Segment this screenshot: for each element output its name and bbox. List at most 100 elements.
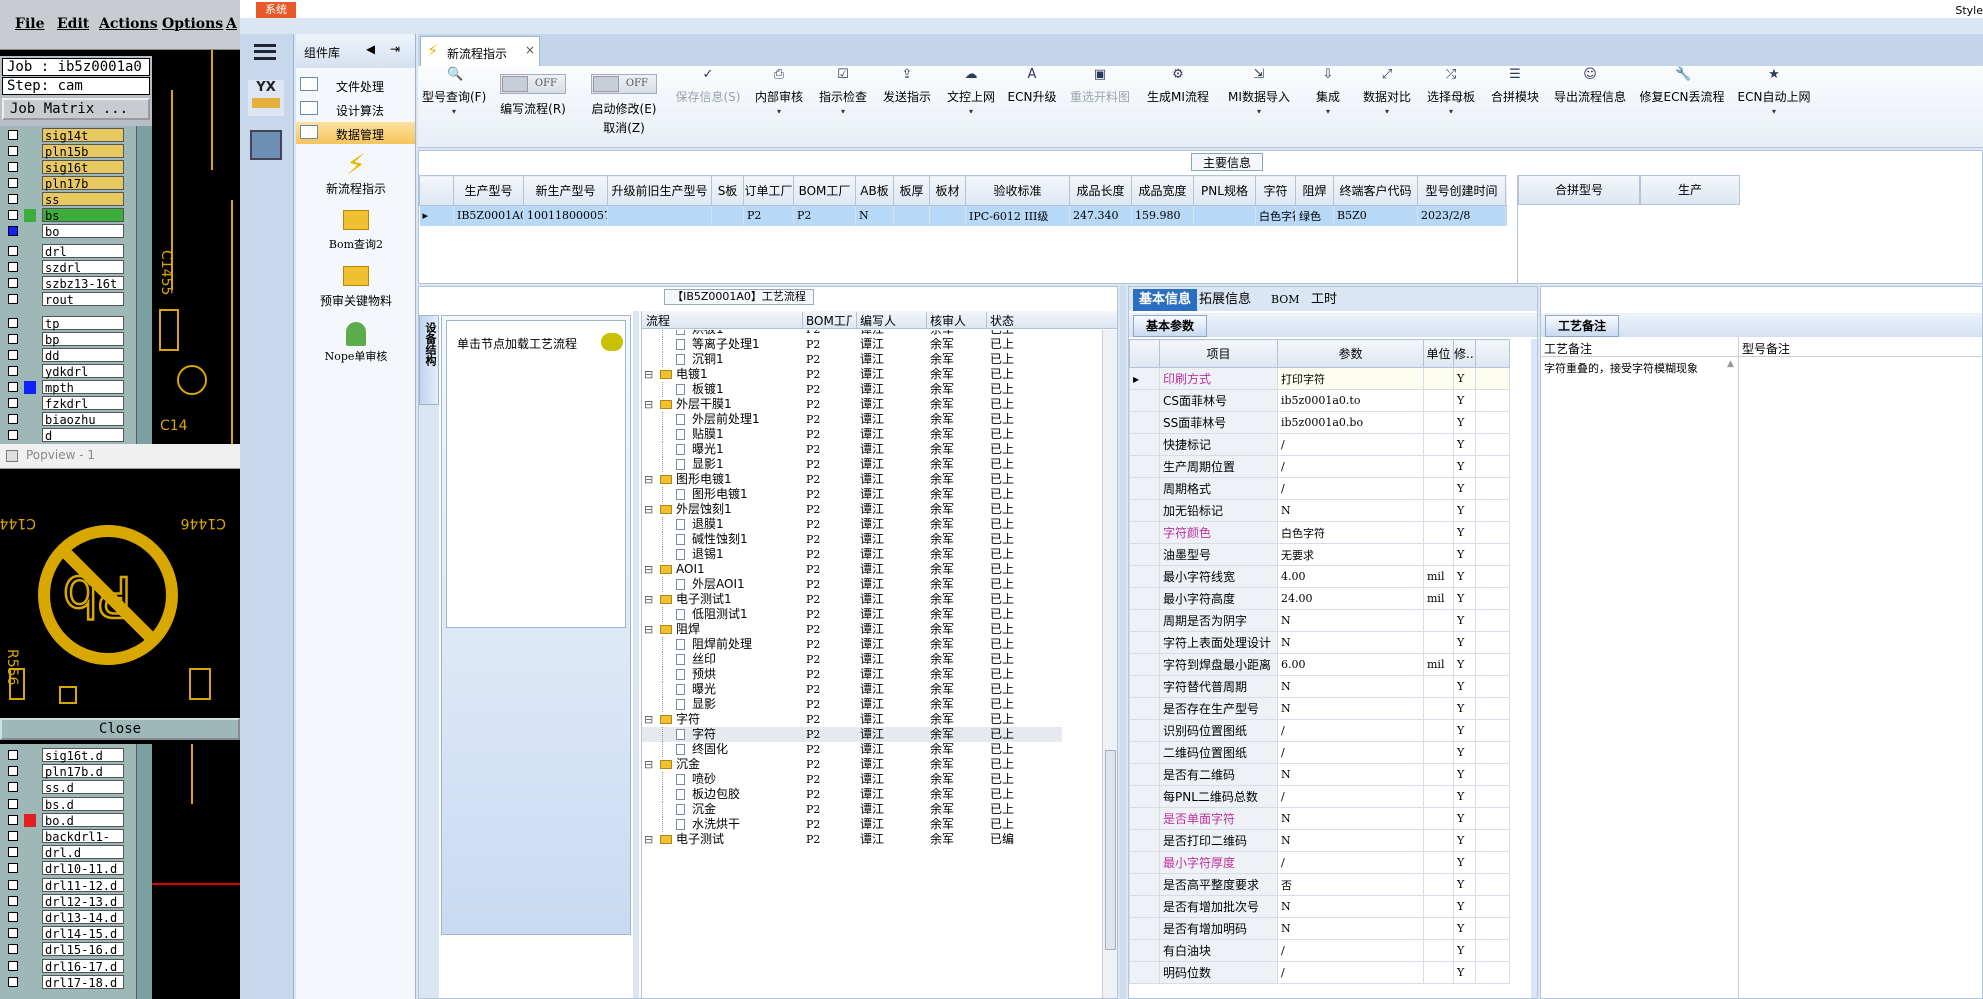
layer-name[interactable]: pln17b <box>42 176 124 191</box>
toolbar-button[interactable]: ⎙ 内部审核 ▾ <box>748 68 810 138</box>
tree-row[interactable]: 板边包胶 P2 谭江 余军 已上网 <box>642 787 1062 802</box>
menu-file[interactable]: File <box>15 16 44 32</box>
splitter[interactable] <box>1531 339 1537 998</box>
layer-color-swatch[interactable] <box>24 129 36 142</box>
layer-color-swatch[interactable] <box>24 209 36 222</box>
layer-name[interactable]: drl.d <box>42 845 124 860</box>
column-header[interactable]: 生产型号 <box>453 175 524 206</box>
tree-row[interactable]: 外层AOI1 P2 谭江 余军 已上网 <box>642 577 1062 592</box>
table-cell[interactable] <box>711 205 744 226</box>
column-header[interactable]: 创建人 <box>1505 175 1507 206</box>
param-value[interactable]: 4.00 <box>1277 565 1424 588</box>
off-toggle[interactable]: OFF <box>500 74 566 94</box>
param-row[interactable]: 最小字符高度 24.00 mil Y <box>1129 587 1510 610</box>
layer-row[interactable]: drl15-16.d <box>2 942 152 957</box>
row-indicator[interactable] <box>1129 477 1160 500</box>
close-icon[interactable]: × <box>525 43 535 57</box>
layer-row[interactable]: d <box>2 428 152 443</box>
layer-checkbox[interactable] <box>8 928 18 939</box>
table-cell[interactable]: P2 <box>793 205 856 226</box>
param-row[interactable]: 最小字符厚度 / Y <box>1129 851 1510 874</box>
param-row[interactable]: 每PNL二维码总数 / Y <box>1129 785 1510 808</box>
table-cell[interactable]: 159.980 <box>1131 205 1194 226</box>
layer-color-swatch[interactable] <box>24 333 36 346</box>
toolbar-button[interactable]: 🔧 修复ECN丢流程 <box>1634 68 1730 138</box>
param-value[interactable]: / <box>1277 785 1424 808</box>
toolbar-button[interactable]: ☁ 文控上网 ▾ <box>940 68 1002 138</box>
toolbar-button[interactable]: ⇲ MI数据导入 ▾ <box>1218 68 1300 138</box>
toolbar-button[interactable]: ★ ECN自动上网 ▾ <box>1732 68 1816 138</box>
tree-row[interactable]: ⊟ AOI1 P2 谭江 余军 已上网 <box>642 562 1062 577</box>
tree-column-header[interactable]: 核审人 <box>926 312 982 328</box>
expand-toggle-icon[interactable]: ⊟ <box>644 622 653 637</box>
toolbar-button[interactable]: 🔍 型号查询(F) ▾ <box>422 68 486 138</box>
tree-row[interactable]: 图形电镀1 P2 谭江 余军 已上网 <box>642 487 1062 502</box>
layer-name[interactable]: bo.d <box>42 812 124 828</box>
layer-name[interactable]: backdrl1-15 <box>42 829 124 858</box>
layer-name[interactable]: mpth <box>42 380 124 395</box>
off-toggle[interactable]: OFF <box>591 74 657 94</box>
sidebar-item-file[interactable]: 文件处理 <box>296 74 415 96</box>
layer-row[interactable]: pln15b <box>2 144 152 159</box>
table-cell[interactable] <box>1193 205 1256 226</box>
tree-row[interactable]: 外层前处理1 P2 谭江 余军 已上网 <box>642 412 1062 427</box>
toolbar-button[interactable]: OFF 编写流程(R) <box>488 68 578 138</box>
layer-color-swatch[interactable] <box>24 927 36 940</box>
param-row[interactable]: 字符到焊盘最小距离 6.00 mil Y <box>1129 653 1510 676</box>
row-indicator[interactable] <box>1129 411 1160 434</box>
row-indicator[interactable] <box>1129 763 1160 786</box>
row-indicator[interactable] <box>1129 785 1160 808</box>
column-header[interactable]: AB板 <box>855 175 894 206</box>
layer-checkbox[interactable] <box>8 294 18 304</box>
param-value[interactable]: N <box>1277 807 1424 830</box>
param-value[interactable]: 24.00 <box>1277 587 1424 610</box>
param-value[interactable]: N <box>1277 609 1424 632</box>
param-value[interactable]: / <box>1277 741 1424 764</box>
table-cell[interactable] <box>1505 205 1507 226</box>
layer-checkbox[interactable] <box>8 350 18 360</box>
row-indicator[interactable] <box>1129 455 1160 478</box>
param-row[interactable]: 油墨型号 无要求 Y <box>1129 543 1510 566</box>
tree-row[interactable]: 终固化 P2 谭江 余军 已上网 <box>642 742 1062 757</box>
layer-color-swatch[interactable] <box>24 161 36 174</box>
row-indicator[interactable] <box>1129 741 1160 764</box>
layer-checkbox[interactable] <box>8 847 18 858</box>
tree-row[interactable]: ⊟ 阻焊 P2 谭江 余军 已上网 <box>642 622 1062 637</box>
param-row[interactable]: 是否打印二维码 N Y <box>1129 829 1510 852</box>
tree-column-header[interactable]: BOM工厂 <box>802 312 852 328</box>
expand-toggle-icon[interactable]: ⊟ <box>644 397 653 412</box>
tree-row[interactable]: 碱性蚀刻1 P2 谭江 余军 已上网 <box>642 532 1062 547</box>
pcb-view-bottom[interactable] <box>152 744 240 999</box>
job-matrix-button[interactable]: Job Matrix ... <box>2 98 150 120</box>
menu-edit[interactable]: Edit <box>57 16 89 32</box>
layer-name[interactable]: szdrl <box>42 260 124 275</box>
param-value[interactable]: / <box>1277 851 1424 874</box>
layer-checkbox[interactable] <box>8 750 18 760</box>
layer-color-swatch[interactable] <box>24 911 36 924</box>
sidebar-item-algo[interactable]: 设计算法 <box>296 98 415 120</box>
splitter[interactable] <box>633 311 639 998</box>
param-row[interactable]: 二维码位置图纸 / Y <box>1129 741 1510 764</box>
param-column-header[interactable]: 单位 <box>1423 339 1454 368</box>
layer-name[interactable]: fzkdrl <box>42 396 124 411</box>
layer-color-swatch[interactable] <box>24 317 36 330</box>
remark-scroll-arrow[interactable]: ▲ <box>1727 359 1737 998</box>
param-value[interactable]: / <box>1277 477 1424 500</box>
layer-row[interactable]: drl <box>2 244 152 259</box>
column-header[interactable]: S板 <box>711 175 744 206</box>
layer-color-swatch[interactable] <box>24 381 36 394</box>
tree-row[interactable]: 沉铜1 P2 谭江 余军 已上网 <box>642 352 1062 367</box>
column-header[interactable]: BOM工厂 <box>793 175 856 206</box>
tree-row[interactable]: 沉金 P2 谭江 余军 已上网 <box>642 802 1062 817</box>
layer-row[interactable]: sig16t <box>2 160 152 175</box>
toolbar-button[interactable]: ⤢ 数据对比 ▾ <box>1356 68 1418 138</box>
row-indicator[interactable] <box>1129 653 1160 676</box>
param-row[interactable]: 是否高平整度要求否 Y <box>1129 873 1510 896</box>
layer-name[interactable]: d <box>42 428 124 443</box>
param-row[interactable]: 加无铅标记 N Y <box>1129 499 1510 522</box>
row-indicator[interactable] <box>1129 433 1160 456</box>
process-remark-text[interactable]: 字符重叠的，接受字符模糊现象 <box>1541 357 1739 998</box>
layer-checkbox[interactable] <box>8 194 18 204</box>
param-row[interactable]: 最小字符线宽 4.00 mil Y <box>1129 565 1510 588</box>
layer-checkbox[interactable] <box>8 912 18 922</box>
